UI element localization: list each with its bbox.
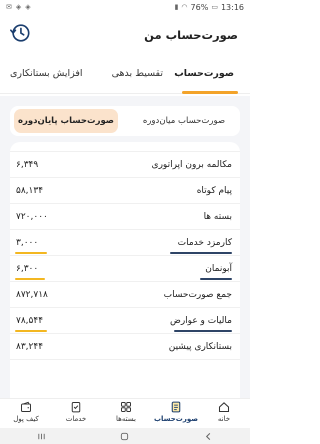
signal-icon: ▮ (174, 3, 179, 11)
table-row (10, 142, 240, 152)
nav-home[interactable]: خانه (200, 401, 248, 429)
tab-increase-credit[interactable]: افزایش بستانکاری (10, 68, 83, 79)
nav-label: کیف پول (13, 415, 39, 423)
table-row: مکالمه برون اپراتوری ۶,۳۴۹ (10, 154, 240, 178)
back-icon[interactable] (204, 432, 213, 441)
bottom-navigation: خانه صورت‌حساب بسته‌ها خدمات (0, 398, 250, 428)
row-value: ۸۳,۲۴۴ (16, 342, 44, 352)
nav-services[interactable]: خدمات (52, 401, 100, 429)
system-navigation-bar (0, 428, 250, 444)
notification-icon: ◈ (15, 3, 22, 11)
table-row: آبونمان ۶,۳۰۰ (10, 258, 240, 282)
row-value: ۶,۳۰۰ (16, 264, 39, 274)
row-value: ۳,۰۰۰ (16, 238, 39, 248)
table-row: مالیات و عوارض ۷۸,۵۴۴ (10, 310, 240, 334)
tab-bar: صورت‌حساب تقسیط بدهی افزایش بستانکاری (0, 60, 250, 94)
row-value: ۷۸,۵۴۴ (16, 316, 44, 326)
table-row: پیام کوتاه ۵۸,۱۳۴ (10, 180, 240, 204)
label-bar (200, 278, 232, 280)
period-toggle: صورت‌حساب پایان‌دوره صورت‌حساب میان‌دوره (10, 106, 240, 136)
tab-invoice[interactable]: صورت‌حساب (174, 68, 234, 79)
app-header: صورت‌حساب من (0, 18, 250, 54)
toggle-mid-period[interactable]: صورت‌حساب میان‌دوره (132, 109, 236, 133)
battery-icon: ▭ (211, 3, 218, 11)
status-bar: ✉ ◈ ◈ ▮ ◠ 76% ▭ 13:16 (0, 0, 250, 14)
table-row: کارمزد خدمات ۳,۰۰۰ (10, 232, 240, 256)
main-content: صورت‌حساب پایان‌دوره صورت‌حساب میان‌دوره… (0, 96, 250, 398)
label-bar (174, 330, 232, 332)
nav-label: خانه (217, 415, 231, 423)
grid-icon (121, 402, 131, 412)
table-row: بسته ها ۷۲۰,۰۰۰ (10, 206, 240, 230)
home-icon (218, 402, 230, 413)
notification-icon: ◈ (25, 3, 31, 11)
row-label: مکالمه برون اپراتوری (151, 160, 232, 170)
home-button-icon[interactable] (120, 432, 129, 441)
nav-label: بسته‌ها (116, 415, 136, 423)
notification-icon: ✉ (6, 3, 12, 11)
active-tab-indicator (182, 91, 238, 94)
battery-level: 76% (190, 2, 209, 12)
row-label: پیام کوتاه (196, 186, 232, 196)
nav-invoice[interactable]: صورت‌حساب (152, 401, 200, 429)
wallet-icon (21, 401, 31, 412)
row-label: جمع صورت‌حساب (163, 290, 232, 300)
invoice-details-card: مکالمه برون اپراتوری ۶,۳۴۹ پیام کوتاه ۵۸… (10, 142, 240, 398)
row-value: ۸۷۲,۷۱۸ (16, 290, 48, 300)
nav-wallet[interactable]: کیف پول (2, 401, 50, 429)
row-label: بسته ها (203, 212, 232, 222)
status-left: ✉ ◈ ◈ (6, 3, 31, 11)
recent-apps-icon[interactable] (37, 432, 46, 441)
row-label: بستانکاری پیشین (168, 342, 232, 352)
invoice-icon (171, 401, 181, 413)
nav-label: صورت‌حساب (153, 415, 199, 423)
history-icon[interactable] (9, 22, 31, 44)
nav-label: خدمات (65, 415, 87, 423)
label-bar (170, 252, 232, 254)
row-label: مالیات و عوارض (169, 316, 232, 326)
row-value: ۶,۳۴۹ (16, 160, 39, 170)
value-bar (15, 252, 47, 254)
table-row: جمع صورت‌حساب ۸۷۲,۷۱۸ (10, 284, 240, 308)
checklist-icon (71, 402, 81, 413)
clock: 13:16 (220, 2, 244, 12)
nav-packages[interactable]: بسته‌ها (102, 401, 150, 429)
tab-debt-installment[interactable]: تقسیط بدهی (112, 68, 163, 79)
wifi-icon: ◠ (181, 3, 188, 11)
row-label: کارمزد خدمات (177, 238, 232, 248)
row-value: ۵۸,۱۳۴ (16, 186, 44, 196)
value-bar (15, 330, 47, 332)
toggle-end-period[interactable]: صورت‌حساب پایان‌دوره (14, 109, 118, 133)
status-right: ▮ ◠ 76% ▭ 13:16 (175, 3, 244, 12)
row-label: آبونمان (205, 264, 232, 274)
table-row: بستانکاری پیشین ۸۳,۲۴۴ (10, 336, 240, 360)
page-title: صورت‌حساب من (144, 28, 238, 42)
row-value: ۷۲۰,۰۰۰ (16, 212, 48, 222)
value-bar (15, 278, 45, 280)
